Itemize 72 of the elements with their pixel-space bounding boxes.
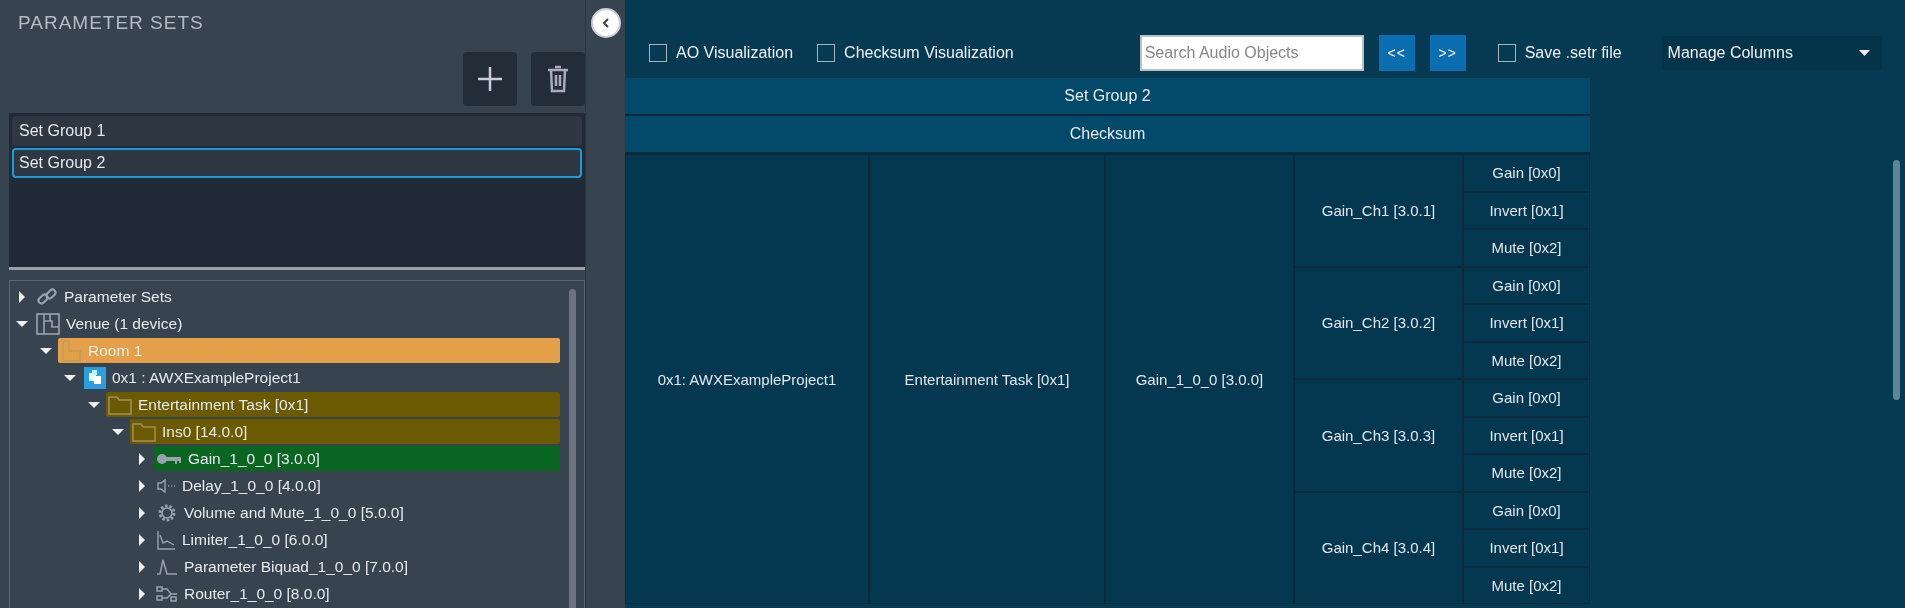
folder-icon <box>108 394 132 415</box>
group-header: Set Group 2 <box>625 78 1590 116</box>
expand-arrow-icon[interactable] <box>136 533 148 546</box>
plus-icon <box>477 66 503 92</box>
tree-item[interactable]: Gain_1_0_0 [3.0.0] <box>154 446 560 471</box>
expand-arrow-icon[interactable] <box>136 506 148 519</box>
key-icon <box>156 451 182 466</box>
table-cell: Gain [0x0] <box>1463 491 1590 529</box>
checkbox[interactable] <box>817 44 836 62</box>
link-icon <box>36 285 58 308</box>
table-cell: Gain [0x0] <box>1463 379 1590 417</box>
table-cell: Gain_Ch3 [3.0.3] <box>1294 379 1463 492</box>
expand-arrow-icon[interactable] <box>16 290 28 303</box>
table-cell: Gain_Ch4 [3.0.4] <box>1294 491 1463 604</box>
tree-item[interactable]: Delay_1_0_0 [4.0.0] <box>154 473 560 498</box>
router-icon <box>156 583 178 604</box>
scrollbar[interactable] <box>1893 160 1900 400</box>
add-button[interactable] <box>463 52 517 106</box>
checkbox-label: AO Visualization <box>676 44 794 62</box>
search-field[interactable]: Search Audio Objects <box>1139 35 1364 71</box>
curve-icon <box>156 557 178 576</box>
set-group-item[interactable]: Set Group 1 <box>12 116 582 146</box>
manage-columns-dropdown[interactable]: Manage Columns <box>1661 36 1882 70</box>
speaker-icon <box>156 477 176 494</box>
table-cell: Mute [0x2] <box>1463 566 1590 604</box>
expand-arrow-icon[interactable] <box>136 560 148 573</box>
table-cell: Gain_Ch1 [3.0.1] <box>1294 154 1463 267</box>
table-cell: Entertainment Task [0x1] <box>869 154 1105 604</box>
previous-button[interactable]: << <box>1378 35 1415 71</box>
expand-arrow-icon[interactable] <box>136 479 148 492</box>
folder-icon <box>132 421 156 442</box>
expand-arrow-icon[interactable] <box>136 452 148 465</box>
table-cell: Gain_1_0_0 [3.0.0] <box>1105 154 1294 604</box>
tree-item[interactable]: Parameter Biquad_1_0_0 [7.0.0] <box>154 554 560 579</box>
graph-icon <box>156 529 176 550</box>
checkbox-label: Save .setr file <box>1524 44 1622 62</box>
tree-item[interactable]: Limiter_1_0_0 [6.0.0] <box>154 527 560 552</box>
trash-icon <box>547 65 569 93</box>
table-cell: Invert [0x1] <box>1463 416 1590 454</box>
tree-item[interactable]: Volume and Mute_1_0_0 [5.0.0] <box>154 500 560 525</box>
expand-arrow-icon[interactable] <box>136 587 148 600</box>
table-cell: Gain [0x0] <box>1463 154 1590 192</box>
chevron-left-icon <box>601 18 610 28</box>
table-cell: Gain [0x0] <box>1463 266 1590 304</box>
set-group-item[interactable]: Set Group 2 <box>12 148 582 178</box>
floor-plan-icon <box>36 312 60 335</box>
table-cell: 0x1: AWXExampleProject1 <box>625 154 869 604</box>
room-icon <box>60 339 82 362</box>
table-cell: Invert [0x1] <box>1463 304 1590 342</box>
checkbox[interactable] <box>649 44 667 62</box>
table-cell: Mute [0x2] <box>1463 229 1590 267</box>
checkbox[interactable] <box>1497 44 1516 62</box>
tree-item[interactable]: Parameter Sets <box>34 284 560 309</box>
tree-item[interactable]: Entertainment Task [0x1] <box>106 392 560 417</box>
scrollbar[interactable] <box>569 289 576 608</box>
table-cell: Invert [0x1] <box>1463 529 1590 567</box>
panel-title: PARAMETER SETS <box>17 11 205 35</box>
table-cell: Invert [0x1] <box>1463 191 1590 229</box>
tree-item[interactable]: Venue (1 device) <box>34 311 560 336</box>
collapse-button[interactable] <box>590 8 621 38</box>
tree-item[interactable]: 0x1 : AWXExampleProject1 <box>82 365 560 390</box>
delete-button[interactable] <box>531 52 585 106</box>
checksum-header: Checksum <box>625 116 1590 154</box>
device-icon <box>84 366 106 389</box>
table-cell: Mute [0x2] <box>1463 341 1590 379</box>
tree-item[interactable]: Router_1_0_0 [8.0.0] <box>154 581 560 606</box>
checkbox-label: Checksum Visualization <box>844 44 1014 62</box>
caret-down-icon <box>1858 50 1870 56</box>
next-button[interactable]: >> <box>1429 35 1466 71</box>
table-cell: Gain_Ch2 [3.0.2] <box>1294 266 1463 379</box>
table-cell: Mute [0x2] <box>1463 454 1590 492</box>
tree-item[interactable]: Ins0 [14.0.0] <box>130 419 560 444</box>
